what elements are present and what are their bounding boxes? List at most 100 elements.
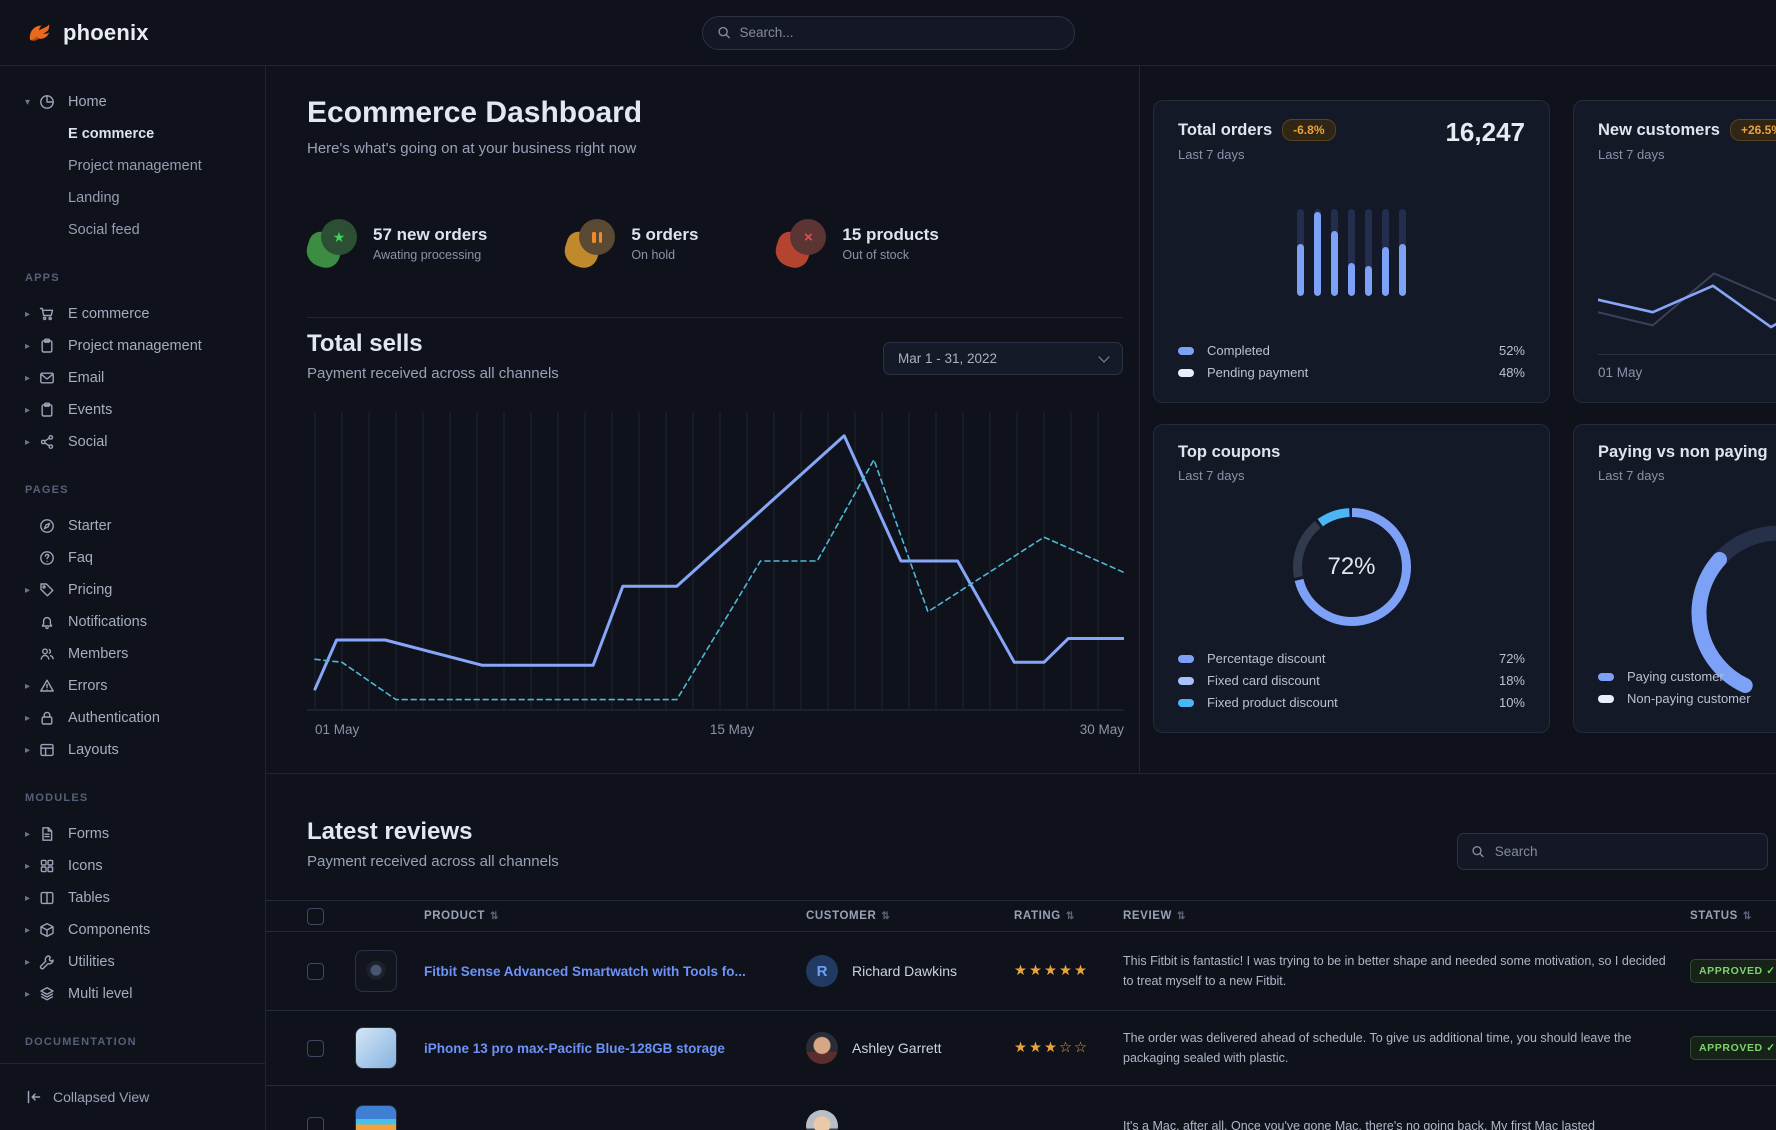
legend-swatch-icon bbox=[1178, 347, 1194, 355]
row-checkbox[interactable] bbox=[307, 1117, 324, 1130]
sidebar-item-notifications[interactable]: Notifications bbox=[0, 606, 265, 638]
reviews-search-input[interactable] bbox=[1495, 844, 1754, 859]
sidebar-subitem-project-management[interactable]: Project management bbox=[0, 150, 265, 182]
row-checkbox[interactable] bbox=[307, 1040, 324, 1057]
product-link[interactable]: iPhone 13 pro max-Pacific Blue-128GB sto… bbox=[424, 1041, 806, 1056]
sidebar-item-forms[interactable]: ▸Forms bbox=[0, 818, 265, 850]
legend-swatch-icon bbox=[1178, 677, 1194, 685]
sidebar-item-label: Forms bbox=[68, 826, 109, 842]
legend-label: Fixed product discount bbox=[1207, 695, 1338, 710]
column-header-label: REVIEW bbox=[1123, 910, 1172, 922]
customer-cell bbox=[806, 1110, 1014, 1130]
table-row: iPhone 13 pro max-Pacific Blue-128GB sto… bbox=[266, 1011, 1776, 1086]
latest-reviews-section: Latest reviews Payment received across a… bbox=[266, 773, 1776, 1130]
layout-icon bbox=[39, 742, 55, 758]
pause-icon bbox=[592, 232, 602, 243]
sidebar-subitem-social-feed[interactable]: Social feed bbox=[0, 214, 265, 246]
sidebar-item-label: Notifications bbox=[68, 614, 147, 630]
sidebar-item-components[interactable]: ▸Components bbox=[0, 914, 265, 946]
sidebar-item-project-management[interactable]: ▸Project management bbox=[0, 330, 265, 362]
card-title: Total orders bbox=[1178, 121, 1272, 140]
reviews-search[interactable] bbox=[1457, 833, 1768, 870]
sidebar-item-email[interactable]: ▸Email bbox=[0, 362, 265, 394]
caret-icon: ▾ bbox=[25, 97, 39, 108]
sidebar-subitem-label: Landing bbox=[68, 190, 120, 206]
sidebar-item-events[interactable]: ▸Events bbox=[0, 394, 265, 426]
order-bar bbox=[1348, 209, 1355, 296]
new-customers-chart bbox=[1598, 262, 1776, 355]
global-search-input[interactable] bbox=[740, 25, 1060, 40]
order-bar bbox=[1382, 209, 1389, 296]
sidebar-item-authentication[interactable]: ▸Authentication bbox=[0, 702, 265, 734]
product-link[interactable]: Fitbit Sense Advanced Smartwatch with To… bbox=[424, 964, 806, 979]
customer-cell: Ashley Garrett bbox=[806, 1032, 1014, 1064]
column-header-rating[interactable]: RATING⇅ bbox=[1014, 910, 1123, 922]
trend-badge: +26.5% bbox=[1730, 119, 1776, 141]
column-header-product[interactable]: PRODUCT⇅ bbox=[424, 910, 806, 922]
sort-icon: ⇅ bbox=[1743, 911, 1752, 922]
product-thumbnail[interactable] bbox=[355, 950, 397, 992]
sidebar-item-social[interactable]: ▸Social bbox=[0, 426, 265, 458]
legend-item: Pending payment48% bbox=[1178, 365, 1525, 380]
avatar bbox=[806, 1032, 838, 1064]
chevron-down-icon bbox=[1098, 351, 1109, 362]
lock-icon bbox=[39, 710, 55, 726]
sidebar-item-utilities[interactable]: ▸Utilities bbox=[0, 946, 265, 978]
sidebar-item-faq[interactable]: Faq bbox=[0, 542, 265, 574]
sort-icon: ⇅ bbox=[1177, 911, 1186, 922]
sidebar-subitem-e-commerce[interactable]: E commerce bbox=[0, 118, 265, 150]
legend-label: Paying customer bbox=[1627, 669, 1724, 684]
sidebar-subitem-landing[interactable]: Landing bbox=[0, 182, 265, 214]
sidebar-item-label: Home bbox=[68, 94, 107, 110]
avatar: R bbox=[806, 955, 838, 987]
orders-legend: Completed52%Pending payment48% bbox=[1178, 343, 1525, 380]
sidebar-item-e-commerce[interactable]: ▸E commerce bbox=[0, 298, 265, 330]
sidebar-item-multi-level[interactable]: ▸Multi level bbox=[0, 978, 265, 1010]
paying-legend: Paying customerNon-paying customer bbox=[1598, 669, 1751, 706]
column-header-review[interactable]: REVIEW ⇅ bbox=[1123, 910, 1690, 922]
sort-icon: ⇅ bbox=[490, 911, 499, 922]
status-badge: APPROVED ✓ bbox=[1690, 959, 1776, 983]
stat-text: 5 ordersOn hold bbox=[631, 225, 698, 262]
global-search[interactable] bbox=[702, 16, 1075, 50]
customer-cell: RRichard Dawkins bbox=[806, 955, 1014, 987]
sidebar-item-label: Faq bbox=[68, 550, 93, 566]
order-bar bbox=[1399, 209, 1406, 296]
pie-icon bbox=[39, 94, 55, 110]
sidebar-item-pricing[interactable]: ▸Pricing bbox=[0, 574, 265, 606]
product-thumbnail[interactable] bbox=[355, 1027, 397, 1069]
order-bar bbox=[1314, 209, 1321, 296]
sidebar-item-label: Icons bbox=[68, 858, 103, 874]
card-period: Last 7 days bbox=[1598, 147, 1776, 162]
select-all-checkbox[interactable] bbox=[307, 908, 324, 925]
stat-caption: On hold bbox=[631, 248, 698, 262]
legend-item: Fixed card discount18% bbox=[1178, 673, 1525, 688]
share-icon bbox=[39, 434, 55, 450]
sidebar-item-icons[interactable]: ▸Icons bbox=[0, 850, 265, 882]
collapse-icon bbox=[26, 1089, 42, 1105]
stat-orange: 5 ordersOn hold bbox=[565, 219, 698, 267]
sidebar-item-tables[interactable]: ▸Tables bbox=[0, 882, 265, 914]
row-checkbox[interactable] bbox=[307, 963, 324, 980]
date-range-select[interactable]: Mar 1 - 31, 2022 bbox=[883, 342, 1123, 375]
brand[interactable]: phoenix bbox=[27, 0, 149, 66]
sidebar-item-label: Multi level bbox=[68, 986, 132, 1002]
sidebar-item-home[interactable]: ▾ Home bbox=[0, 86, 265, 118]
caret-icon: ▸ bbox=[25, 893, 39, 904]
sidebar-item-label: Email bbox=[68, 370, 104, 386]
bell-icon bbox=[39, 614, 55, 630]
page-title: Ecommerce Dashboard bbox=[307, 95, 1123, 131]
wrench-icon bbox=[39, 954, 55, 970]
sidebar-item-errors[interactable]: ▸Errors bbox=[0, 670, 265, 702]
legend-value: 72% bbox=[1499, 651, 1525, 666]
column-header-customer[interactable]: CUSTOMER⇅ bbox=[806, 910, 1014, 922]
column-header-status[interactable]: STATUS⇅ bbox=[1690, 910, 1776, 922]
sidebar-item-members[interactable]: Members bbox=[0, 638, 265, 670]
caret-icon: ▸ bbox=[25, 309, 39, 320]
sidebar-collapse-toggle[interactable]: Collapsed View bbox=[0, 1063, 265, 1130]
sidebar-item-layouts[interactable]: ▸Layouts bbox=[0, 734, 265, 766]
sidebar-item-starter[interactable]: Starter bbox=[0, 510, 265, 542]
product-thumbnail[interactable] bbox=[355, 1105, 397, 1130]
legend-label: Fixed card discount bbox=[1207, 673, 1320, 688]
sidebar-item-label: Events bbox=[68, 402, 112, 418]
